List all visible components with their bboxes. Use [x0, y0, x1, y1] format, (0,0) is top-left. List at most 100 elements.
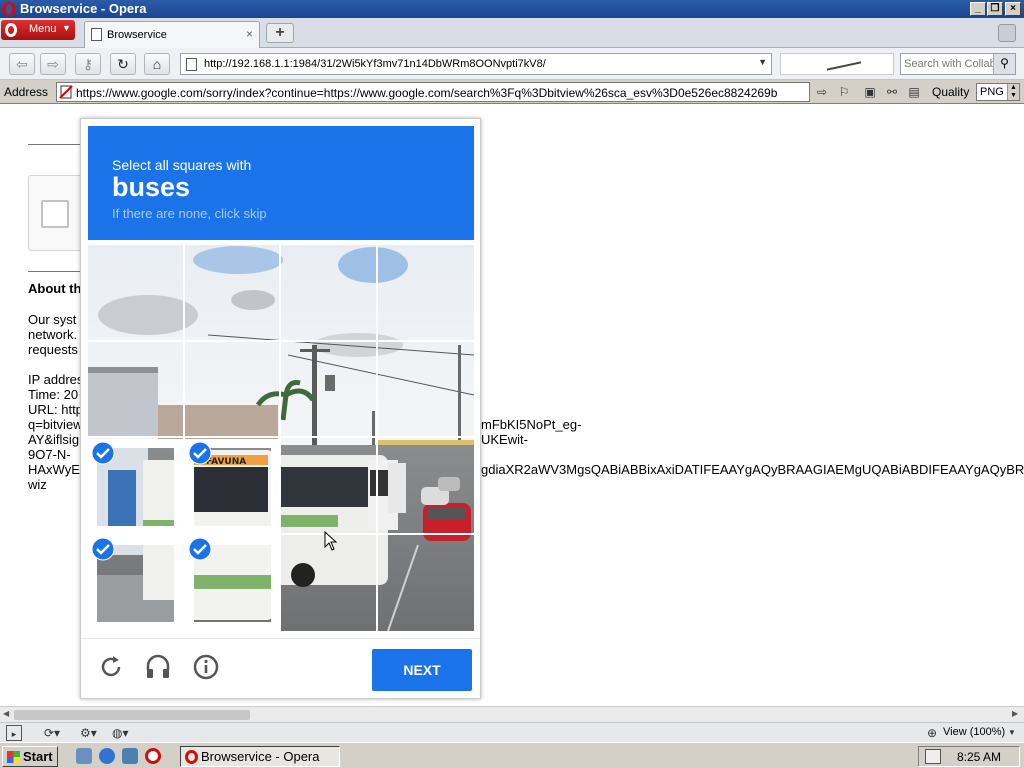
quality-label: Quality [932, 85, 970, 99]
home-button[interactable]: ⌂ [144, 53, 170, 75]
tab-label: Browservice [107, 29, 167, 41]
system-tray: 8:25 AM [918, 746, 1020, 767]
internet-explorer-icon[interactable] [99, 748, 115, 764]
window-title: Browservice - Opera [20, 1, 147, 16]
url-fragment-text: gdiaXR2aWV3MgsQABiABBixAxiDATIFEAAYgAQyB… [481, 462, 1024, 477]
minimize-button[interactable]: _ [970, 2, 986, 16]
quality-value: PNG [980, 86, 1004, 98]
trash-icon[interactable] [998, 24, 1016, 42]
captcha-tile-5[interactable] [88, 341, 184, 437]
quality-selector[interactable]: PNG ▲ ▼ [976, 83, 1020, 101]
clock: 8:25 AM [957, 750, 1002, 764]
url-label-text: URL: http [28, 402, 83, 417]
find-binoculars-icon[interactable]: ⚯ [884, 84, 900, 100]
url-fragment-text: UKEwit- [481, 432, 528, 447]
taskbar-item-opera[interactable]: Browservice - Opera [180, 746, 340, 767]
navigation-toolbar: ⇦ ⇨ ⚷ ↻ ⌂ http://192.168.1.1:1984/31/2Wi… [0, 48, 1024, 80]
insecure-page-icon [59, 85, 73, 99]
captcha-hint: If there are none, click skip [112, 206, 267, 221]
back-button[interactable]: ⇦ [9, 53, 35, 75]
show-desktop-icon[interactable] [76, 748, 92, 764]
headphones-icon[interactable] [143, 652, 173, 682]
horizontal-scrollbar[interactable]: ◀ ▶ [0, 706, 1024, 722]
captcha-challenge-dialog: Select all squares with buses If there a… [80, 118, 481, 699]
captcha-tile-8[interactable] [377, 341, 474, 437]
scroll-left-arrow-icon[interactable]: ◀ [3, 709, 9, 718]
captcha-tile-1[interactable] [88, 245, 184, 341]
checkmark-icon [188, 441, 212, 465]
recaptcha-checkbox[interactable] [41, 200, 69, 228]
restore-button[interactable]: ❐ [987, 2, 1003, 16]
captcha-tile-4[interactable] [377, 245, 474, 341]
url-fragment-text: mFbKI5NoPt_eg- [481, 417, 582, 432]
captcha-footer-divider [81, 638, 480, 639]
speed-dial-preview[interactable] [780, 53, 894, 75]
zoom-icon[interactable]: ⊕ [927, 725, 937, 741]
forward-button[interactable]: ⇨ [40, 53, 66, 75]
tab-bar: Menu ▼ Browservice × + [0, 18, 1024, 48]
house-roof-icon [827, 61, 861, 74]
address-input[interactable]: https://www.google.com/sorry/index?conti… [56, 82, 810, 102]
checkmark-icon [91, 537, 115, 561]
scroll-right-arrow-icon[interactable]: ▶ [1012, 709, 1018, 718]
network-icon[interactable] [122, 748, 138, 764]
info-icon[interactable] [191, 652, 221, 682]
tray-app-icon[interactable] [925, 749, 941, 764]
windows-taskbar: Start Browservice - Opera 8:25 AM [0, 742, 1024, 768]
page-text: requests [28, 342, 78, 357]
address-url-text: https://www.google.com/sorry/index?conti… [76, 86, 778, 100]
reload-button[interactable]: ↻ [110, 53, 136, 75]
window-title-bar: Browservice - Opera _ ❐ × [0, 0, 1024, 18]
url-field[interactable]: http://192.168.1.1:1984/31/2Wi5kYf3mv71n… [180, 53, 772, 75]
start-button[interactable]: Start [2, 746, 58, 767]
tab-browservice[interactable]: Browservice × [84, 21, 260, 48]
go-arrow-icon[interactable]: ⇨ [814, 84, 830, 100]
search-field[interactable]: Search with Collab' ⚲ [900, 53, 1016, 75]
url-query-text: 9O7-N- [28, 447, 71, 462]
search-icon[interactable]: ⚲ [993, 54, 1015, 74]
opera-menu-button[interactable]: Menu ▼ [1, 20, 75, 40]
reload-icon[interactable] [96, 652, 126, 682]
captcha-image-grid: FAVUNA [88, 245, 474, 631]
clipboard-icon[interactable]: ▤ [906, 84, 922, 100]
sync-icon[interactable]: ⟳▾ [44, 725, 60, 741]
chevron-down-icon[interactable]: ▼ [1008, 725, 1016, 741]
url-text: http://192.168.1.1:1984/31/2Wi5kYf3mv71n… [204, 58, 546, 70]
chevron-down-icon: ▼ [62, 23, 71, 33]
captcha-tile-7[interactable] [280, 341, 377, 437]
captcha-tile-12[interactable] [377, 437, 474, 534]
print-icon[interactable]: ▣ [862, 84, 878, 100]
url-query-text: wiz [28, 477, 47, 492]
unite-icon[interactable]: ⚙▾ [80, 725, 97, 741]
divider [28, 144, 80, 145]
opera-logo-icon [2, 2, 16, 16]
captcha-tile-11[interactable] [280, 437, 377, 534]
status-bar: ▸ ⟳▾ ⚙▾ ◍▾ ⊕ View (100%) ▼ [0, 722, 1024, 742]
opera-icon[interactable] [145, 748, 161, 764]
time-text: Time: 20 [28, 387, 79, 402]
opera-logo-icon [5, 23, 17, 37]
close-tab-icon[interactable]: × [246, 27, 253, 41]
page-icon [186, 58, 197, 71]
taskbar-item-label: Browservice - Opera [201, 749, 320, 764]
start-label: Start [23, 749, 53, 764]
panel-toggle-icon[interactable]: ▸ [6, 725, 22, 741]
divider [28, 271, 80, 272]
turbo-icon[interactable]: ◍▾ [112, 725, 129, 741]
next-button[interactable]: NEXT [372, 649, 472, 691]
captcha-tile-2[interactable] [184, 245, 280, 341]
new-tab-button[interactable]: + [266, 23, 294, 43]
zoom-level[interactable]: View (100%) [943, 726, 1005, 738]
checkmark-icon [91, 441, 115, 465]
url-query-text: AY&iflsig [28, 432, 80, 447]
scrollbar-thumb[interactable] [14, 710, 250, 720]
captcha-tile-6[interactable] [184, 341, 280, 437]
captcha-tile-16[interactable] [377, 534, 474, 631]
quality-spinner[interactable]: ▲ ▼ [1007, 84, 1019, 100]
about-heading: About th [28, 281, 82, 296]
chevron-down-icon[interactable]: ▼ [758, 57, 767, 67]
bookmark-icon[interactable]: ⚐ [836, 84, 852, 100]
close-window-button[interactable]: × [1005, 2, 1021, 16]
captcha-tile-3[interactable] [280, 245, 377, 341]
key-icon[interactable]: ⚷ [75, 53, 101, 75]
